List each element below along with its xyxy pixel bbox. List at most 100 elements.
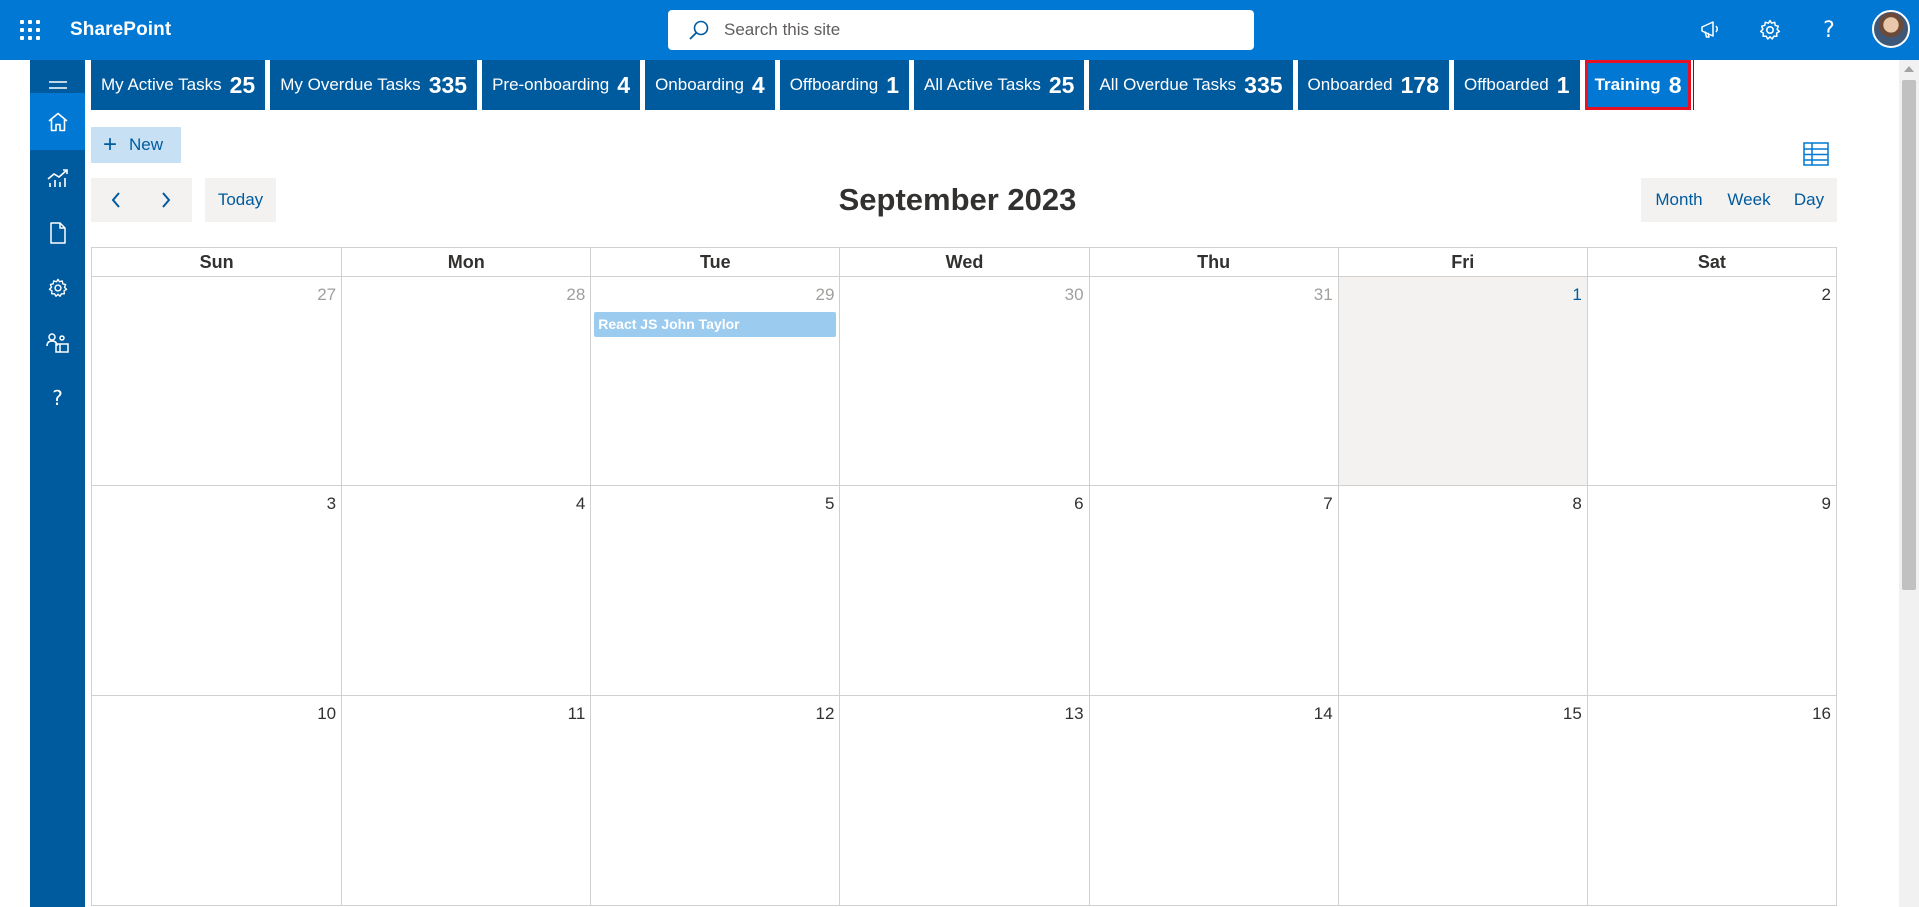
- calendar-day-cell[interactable]: 10: [92, 696, 341, 905]
- scroll-up-arrow-icon[interactable]: [1904, 66, 1914, 72]
- tab-offboarded[interactable]: Offboarded 1: [1454, 60, 1580, 110]
- avatar[interactable]: [1872, 10, 1910, 48]
- suite-header: SharePoint ?: [0, 0, 1919, 60]
- weekday-header: Thu: [1088, 248, 1338, 276]
- day-number: 9: [1821, 494, 1831, 513]
- settings-icon[interactable]: [30, 260, 85, 315]
- calendar-title: September 2023: [838, 182, 1077, 217]
- day-number: 11: [567, 704, 586, 723]
- calendar-day-cell[interactable]: 13: [839, 696, 1088, 905]
- calendar-day-cell[interactable]: 6: [839, 486, 1088, 695]
- day-number: 13: [1064, 704, 1084, 723]
- new-button[interactable]: + New: [91, 127, 181, 163]
- calendar-day-cell[interactable]: 7: [1088, 486, 1338, 695]
- today-button[interactable]: Today: [205, 178, 276, 222]
- tab-all-overdue-tasks[interactable]: All Overdue Tasks 335: [1089, 60, 1293, 110]
- tab-training[interactable]: Training 8: [1584, 60, 1692, 110]
- calendar-day-cell[interactable]: 30: [839, 277, 1088, 485]
- brand-title[interactable]: SharePoint: [70, 19, 171, 41]
- app-launcher-icon[interactable]: [18, 18, 42, 42]
- calendar-day-cell[interactable]: 15: [1337, 696, 1587, 905]
- day-number: 16: [1812, 704, 1831, 723]
- tab-offboarding[interactable]: Offboarding 1: [779, 60, 910, 110]
- weekday-header: Wed: [839, 248, 1088, 276]
- calendar-day-cell[interactable]: 29 React JS John Taylor: [590, 277, 839, 485]
- megaphone-icon[interactable]: [1695, 14, 1727, 46]
- weekday-header: Fri: [1337, 248, 1587, 276]
- view-switcher: Month Week Day: [1641, 178, 1837, 222]
- table-view-icon[interactable]: [1802, 140, 1830, 168]
- plus-icon: +: [103, 131, 118, 158]
- task-tabs: My Active Tasks 25 My Overdue Tasks 335 Pr…: [91, 60, 1695, 110]
- day-number: 15: [1562, 704, 1582, 723]
- calendar-day-cell[interactable]: 31: [1088, 277, 1338, 485]
- vertical-scrollbar[interactable]: [1899, 60, 1919, 907]
- day-number: 30: [1064, 285, 1084, 304]
- calendar-day-cell[interactable]: 9: [1586, 486, 1836, 695]
- weekday-header: Mon: [341, 248, 590, 276]
- day-number: 5: [824, 494, 835, 513]
- calendar-day-cell[interactable]: 12: [590, 696, 839, 905]
- gear-icon[interactable]: [1754, 14, 1786, 46]
- calendar-week-row: 3 4 5 6 7 8 9: [91, 486, 1837, 696]
- tab-divider: [1693, 60, 1695, 110]
- chart-icon[interactable]: [30, 150, 85, 205]
- week-view-button[interactable]: Week: [1717, 178, 1781, 222]
- calendar-day-cell[interactable]: 14: [1088, 696, 1338, 905]
- tab-onboarding[interactable]: Onboarding 4: [645, 60, 775, 110]
- calendar-day-cell[interactable]: 27: [92, 277, 341, 485]
- chevron-left-icon: [111, 192, 120, 208]
- day-number: 14: [1313, 704, 1333, 723]
- day-number: 31: [1313, 285, 1333, 304]
- home-icon[interactable]: [30, 93, 85, 150]
- calendar-day-cell[interactable]: 11: [341, 696, 590, 905]
- tab-my-overdue-tasks[interactable]: My Overdue Tasks 335: [270, 60, 478, 110]
- tab-my-active-tasks[interactable]: My Active Tasks 25: [91, 60, 266, 110]
- day-number: 8: [1572, 494, 1582, 513]
- calendar-day-cell[interactable]: 5: [590, 486, 839, 695]
- calendar-week-row: 27 28 29 React JS John Taylor 30 31 1 2: [91, 277, 1837, 486]
- calendar-day-cell[interactable]: 16: [1586, 696, 1836, 905]
- tab-all-active-tasks[interactable]: All Active Tasks 25: [914, 60, 1085, 110]
- day-number: 27: [317, 285, 337, 304]
- search-input[interactable]: [724, 20, 1204, 40]
- left-navigation-rail: ?: [30, 60, 85, 907]
- help-icon[interactable]: ?: [1813, 14, 1845, 46]
- chevron-right-icon: [162, 192, 171, 208]
- day-number: 3: [326, 494, 337, 513]
- calendar-day-cell[interactable]: 8: [1337, 486, 1587, 695]
- calendar-day-cell[interactable]: 28: [341, 277, 590, 485]
- calendar-week-row: 10 11 12 13 14 15 16: [91, 696, 1837, 906]
- day-number: 29: [815, 285, 835, 304]
- tab-onboarded[interactable]: Onboarded 178: [1297, 60, 1449, 110]
- search-icon: [689, 20, 709, 40]
- calendar-day-cell[interactable]: 4: [341, 486, 590, 695]
- weekday-header: Sat: [1586, 248, 1836, 276]
- day-number: 6: [1074, 494, 1084, 513]
- day-number: 7: [1323, 494, 1333, 513]
- people-icon[interactable]: [30, 315, 85, 370]
- day-number: 2: [1821, 285, 1831, 304]
- day-view-button[interactable]: Day: [1781, 178, 1837, 222]
- calendar-event[interactable]: React JS John Taylor: [594, 312, 837, 337]
- day-number: 10: [317, 704, 337, 723]
- weekday-header-row: Sun Mon Tue Wed Thu Fri Sat: [91, 247, 1837, 277]
- day-number: 4: [575, 494, 586, 513]
- day-number: 12: [815, 704, 835, 723]
- calendar-day-cell-today[interactable]: 1: [1337, 277, 1587, 485]
- scroll-thumb[interactable]: [1902, 80, 1916, 590]
- weekday-header: Sun: [199, 252, 234, 272]
- day-number: 28: [566, 285, 586, 304]
- search-box[interactable]: [668, 10, 1254, 50]
- next-button[interactable]: [141, 178, 191, 222]
- help-icon[interactable]: ?: [30, 370, 85, 425]
- calendar-day-cell[interactable]: 2: [1586, 277, 1836, 485]
- previous-button[interactable]: [91, 178, 141, 222]
- calendar-day-cell[interactable]: 3: [92, 486, 341, 695]
- month-view-button[interactable]: Month: [1641, 178, 1717, 222]
- month-calendar: Sun Mon Tue Wed Thu Fri Sat 27 28 29 Rea…: [91, 247, 1837, 906]
- calendar-nav-group: [91, 178, 192, 222]
- weekday-header: Tue: [590, 248, 839, 276]
- tab-pre-onboarding[interactable]: Pre-onboarding 4: [482, 60, 641, 110]
- document-icon[interactable]: [30, 205, 85, 260]
